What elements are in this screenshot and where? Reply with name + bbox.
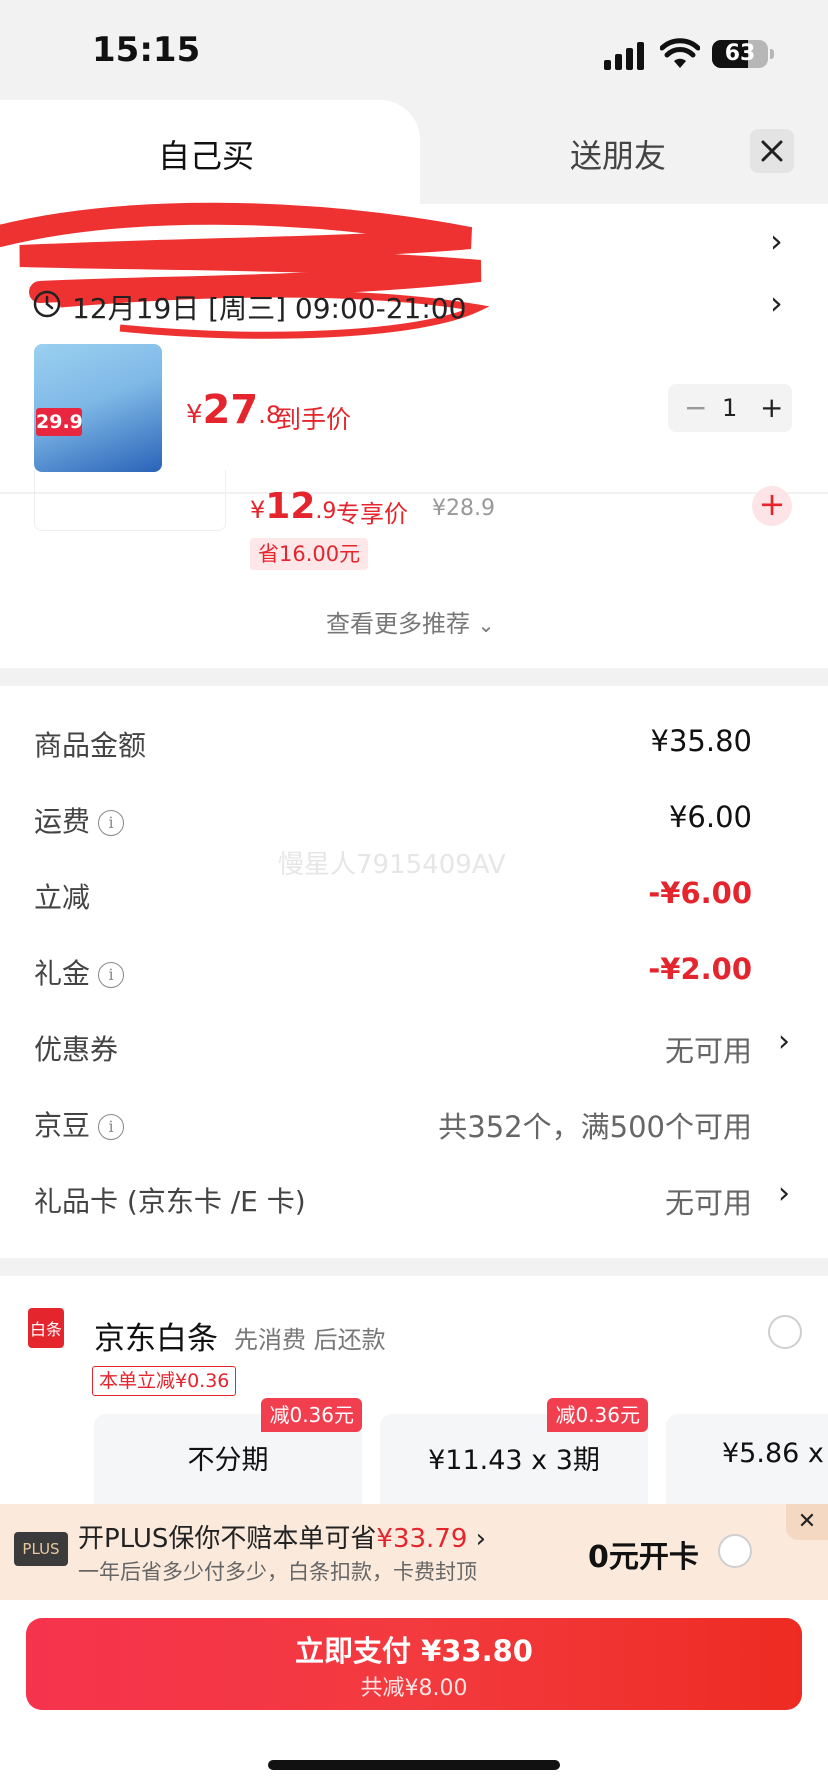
installment-label: ¥5.86 x — [722, 1438, 824, 1469]
quantity-value[interactable]: 1 — [722, 384, 737, 432]
watermark: 慢星人7915409AV — [278, 850, 506, 880]
recommend-price-note: 专享价 — [336, 500, 408, 528]
tab-gift-friend[interactable]: 送朋友 — [570, 131, 666, 177]
recommend-original-price: ¥28.9 — [432, 496, 495, 521]
installment-label: ¥11.43 x 3期 — [428, 1445, 600, 1476]
home-indicator[interactable] — [268, 1760, 560, 1770]
delivery-time[interactable]: 12月19日 [周三] 09:00-21:00 — [72, 287, 466, 327]
discount-value: -¥6.00 — [648, 876, 752, 910]
plus-subtitle: 一年后省多少付多少，白条扣款，卡费封顶 — [78, 1560, 477, 1584]
installment-option[interactable]: 不分期 减0.36元 — [94, 1398, 362, 1514]
info-icon[interactable]: i — [98, 962, 125, 988]
gift-card-label: 礼品卡 (京东卡 /E 卡) — [34, 1185, 306, 1218]
section-separator — [0, 668, 828, 686]
status-time: 15:15 — [92, 30, 201, 70]
address-chevron-icon[interactable]: › — [770, 222, 783, 260]
recommend-save-tag: 省16.00元 — [250, 538, 369, 570]
baitiao-icon: 白条 — [28, 1308, 64, 1348]
product-image[interactable]: 29.9 — [34, 344, 162, 472]
increase-button[interactable]: + — [760, 384, 783, 432]
info-icon[interactable]: i — [98, 810, 125, 836]
product-price: ¥27.8 — [186, 387, 282, 433]
close-button[interactable] — [750, 129, 794, 173]
coupon-chevron-icon[interactable]: › — [778, 1024, 790, 1059]
installment-badge: 减0.36元 — [547, 1398, 648, 1432]
tab-self-buy-label[interactable]: 自己买 — [158, 131, 254, 177]
quantity-stepper: − 1 + — [668, 384, 792, 432]
pay-total-discount: 共减¥8.00 — [360, 1676, 468, 1701]
recommend-product-image[interactable] — [34, 470, 226, 531]
close-icon — [761, 140, 783, 162]
recommend-price: ¥12.9 — [250, 486, 337, 527]
coupon-label: 优惠券 — [34, 1033, 119, 1066]
pay-now-button[interactable]: 立即支付 ¥33.80 共减¥8.00 — [26, 1618, 802, 1710]
delivery-chevron-icon[interactable]: › — [770, 284, 783, 322]
gift-card-chevron-icon[interactable]: › — [778, 1176, 790, 1211]
jd-bean-value: 共352个，满500个可用 — [438, 1110, 752, 1144]
chevron-down-icon: ⌄ — [477, 613, 495, 637]
plus-logo: PLUS — [14, 1532, 68, 1566]
battery-icon: 63 — [712, 40, 768, 68]
add-recommend-button[interactable]: + — [752, 486, 792, 526]
cellular-signal-icon — [604, 42, 646, 70]
plus-open-card[interactable]: 0元开卡 — [588, 1532, 699, 1576]
pay-now-label: 立即支付 ¥33.80 — [294, 1634, 533, 1668]
info-icon[interactable]: i — [98, 1114, 125, 1140]
shipping-label: 运费 i — [34, 800, 125, 840]
gift-card-value[interactable]: 无可用 — [665, 1180, 752, 1222]
baitiao-subtitle: 先消费 后还款 — [234, 1326, 386, 1354]
clock-icon — [33, 290, 61, 318]
chevron-right-icon: › — [475, 1524, 487, 1554]
close-icon: ✕ — [797, 1509, 817, 1534]
decrease-button[interactable]: − — [684, 384, 707, 432]
product-price-note: 到手价 — [276, 405, 352, 434]
baitiao-radio[interactable] — [768, 1315, 802, 1349]
installment-badge: 减0.36元 — [261, 1398, 362, 1432]
coupon-value[interactable]: 无可用 — [665, 1028, 752, 1070]
installment-label: 不分期 — [187, 1445, 269, 1476]
section-separator — [0, 1258, 828, 1276]
gift-money-value: -¥2.00 — [648, 952, 752, 986]
plus-title[interactable]: 开PLUS保你不赔本单可省¥33.79 › — [78, 1518, 486, 1555]
goods-amount-label: 商品金额 — [34, 729, 147, 762]
battery-cap — [770, 49, 774, 59]
baitiao-title: 京东白条 — [94, 1321, 218, 1357]
installment-option[interactable]: ¥11.43 x 3期 减0.36元 — [380, 1398, 648, 1514]
installment-option[interactable]: ¥5.86 x — [666, 1414, 828, 1514]
gift-money-label: 礼金 i — [34, 952, 125, 992]
goods-amount-value: ¥35.80 — [650, 724, 752, 758]
plus-close-button[interactable]: ✕ — [786, 1504, 828, 1540]
shipping-value: ¥6.00 — [668, 800, 752, 834]
see-more-recommend[interactable]: 查看更多推荐 ⌄ — [326, 604, 494, 639]
plus-radio[interactable] — [718, 1534, 752, 1568]
battery-level: 63 — [724, 41, 756, 66]
discount-label: 立减 — [34, 881, 91, 914]
baitiao-discount-badge: 本单立减¥0.36 — [92, 1366, 237, 1396]
jd-bean-label: 京豆 i — [34, 1104, 125, 1144]
wifi-icon — [660, 38, 700, 68]
product-image-tag: 29.9 — [36, 408, 83, 436]
